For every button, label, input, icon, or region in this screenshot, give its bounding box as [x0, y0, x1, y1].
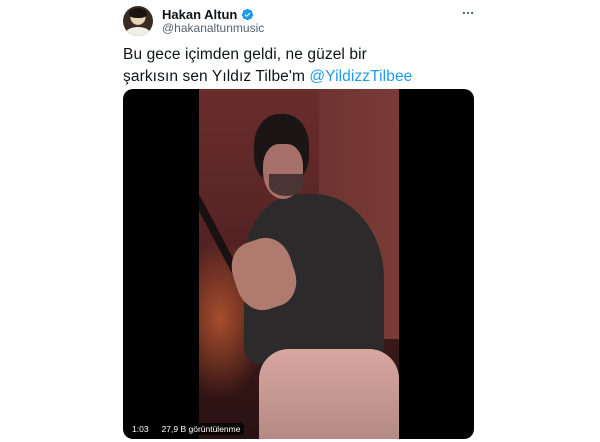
video-frame — [199, 89, 399, 439]
author-name-row: Hakan Altun — [162, 6, 254, 22]
video-player[interactable]: 1:03 27,9 B görüntülenme — [123, 89, 474, 439]
mention-link[interactable]: @YildizzTilbee — [309, 68, 412, 85]
tweet-card: Hakan Altun @hakanaltunmusic Bu gece içi… — [0, 0, 600, 442]
author-handle[interactable]: @hakanaltunmusic — [162, 21, 264, 35]
avatar-hair — [129, 8, 147, 18]
author-display-name[interactable]: Hakan Altun — [162, 7, 237, 22]
more-options-icon[interactable] — [461, 6, 475, 20]
video-duration: 1:03 — [128, 423, 153, 435]
video-chair — [259, 349, 399, 439]
video-overlay: 1:03 27,9 B görüntülenme — [128, 423, 245, 435]
avatar-shirt — [126, 27, 150, 36]
video-person-beard — [269, 174, 303, 196]
verified-badge-icon — [241, 8, 254, 21]
video-view-count: 27,9 B görüntülenme — [157, 423, 245, 435]
avatar[interactable] — [123, 6, 153, 36]
